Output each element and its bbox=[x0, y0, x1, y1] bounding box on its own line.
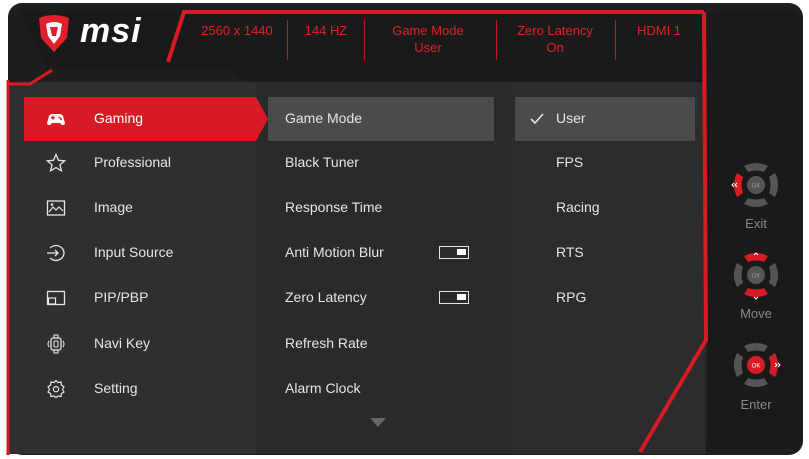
gear-icon bbox=[47, 379, 65, 399]
menu-item-navi-key[interactable]: Navi Key bbox=[24, 322, 244, 366]
menu-item-label: Gaming bbox=[94, 110, 144, 126]
menu-item-pip-pbp[interactable]: PIP/PBP bbox=[24, 276, 244, 320]
navi-key-icon bbox=[47, 334, 65, 354]
ok-key-label: OK bbox=[752, 184, 761, 190]
status-divider bbox=[287, 20, 288, 60]
menu-item-label: Setting bbox=[94, 380, 138, 396]
menu-item-professional[interactable]: Professional bbox=[24, 141, 244, 185]
status-game-mode: Game Mode User bbox=[378, 22, 478, 56]
status-zero-latency-value: On bbox=[546, 40, 564, 55]
status-divider bbox=[615, 20, 616, 60]
star-icon bbox=[46, 153, 66, 173]
gamepad-icon bbox=[47, 114, 65, 125]
zero-latency-toggle[interactable] bbox=[439, 291, 469, 304]
sub-item-refresh-rate[interactable]: Refresh Rate bbox=[268, 322, 494, 366]
option-racing[interactable]: Racing bbox=[515, 186, 695, 230]
status-resolution: 2560 x 1440 bbox=[196, 22, 278, 39]
menu-item-label: Image bbox=[94, 199, 133, 215]
anti-motion-blur-toggle[interactable] bbox=[439, 246, 469, 259]
move-key-icon: OK bbox=[734, 252, 778, 300]
pip-icon bbox=[46, 290, 66, 306]
sub-item-label: Refresh Rate bbox=[285, 335, 368, 351]
status-input: HDMI 1 bbox=[622, 22, 696, 39]
menu-item-label: Professional bbox=[94, 154, 172, 170]
move-key-label: Move bbox=[740, 306, 772, 321]
status-refresh: 144 HZ bbox=[290, 22, 362, 39]
menu-item-gaming[interactable]: Gaming bbox=[24, 97, 268, 141]
option-user[interactable]: User bbox=[515, 97, 695, 141]
menu-item-label: Navi Key bbox=[94, 335, 151, 351]
status-game-mode-value: User bbox=[414, 40, 442, 55]
logo-text: msi bbox=[80, 12, 142, 50]
sub-item-label: Black Tuner bbox=[285, 154, 359, 170]
sub-item-anti-motion-blur[interactable]: Anti Motion Blur bbox=[268, 231, 494, 275]
status-zero-latency-title: Zero Latency bbox=[517, 23, 593, 38]
option-label: User bbox=[556, 110, 586, 126]
menu-item-label: Input Source bbox=[94, 244, 174, 260]
toggle-knob bbox=[457, 294, 466, 300]
sub-item-zero-latency[interactable]: Zero Latency bbox=[268, 276, 494, 320]
ok-key-label: OK bbox=[752, 364, 761, 370]
enter-key-label: Enter bbox=[740, 397, 772, 412]
ok-key-label: OK bbox=[752, 274, 761, 280]
sub-item-label: Zero Latency bbox=[285, 289, 367, 305]
sub-item-label: Response Time bbox=[285, 199, 383, 215]
dragon-shield-icon bbox=[39, 15, 69, 52]
status-divider bbox=[364, 20, 365, 60]
enter-key-icon: OK bbox=[734, 343, 781, 387]
menu-item-image[interactable]: Image bbox=[24, 186, 244, 230]
option-fps[interactable]: FPS bbox=[515, 141, 695, 185]
status-divider bbox=[496, 20, 497, 60]
status-zero-latency: Zero Latency On bbox=[508, 22, 602, 56]
sub-item-label: Alarm Clock bbox=[285, 380, 361, 396]
exit-key-label: Exit bbox=[745, 216, 767, 231]
option-rts[interactable]: RTS bbox=[515, 231, 695, 275]
sub-item-alarm-clock[interactable]: Alarm Clock bbox=[268, 367, 494, 411]
status-game-mode-title: Game Mode bbox=[392, 23, 464, 38]
option-label: RPG bbox=[556, 289, 587, 305]
sub-item-response-time[interactable]: Response Time bbox=[268, 186, 494, 230]
sub-item-black-tuner[interactable]: Black Tuner bbox=[268, 141, 494, 185]
image-icon bbox=[46, 200, 66, 216]
sub-item-label: Anti Motion Blur bbox=[285, 244, 384, 260]
scroll-down-icon[interactable] bbox=[370, 418, 386, 428]
status-refresh-value: 144 HZ bbox=[304, 23, 348, 38]
menu-item-setting[interactable]: Setting bbox=[24, 367, 244, 411]
menu-item-input-source[interactable]: Input Source bbox=[24, 231, 244, 275]
checkmark-icon bbox=[530, 113, 544, 125]
msi-logo: msi bbox=[36, 12, 176, 54]
option-rpg[interactable]: RPG bbox=[515, 276, 695, 320]
option-label: FPS bbox=[556, 154, 584, 170]
option-label: RTS bbox=[556, 244, 584, 260]
status-input-value: HDMI 1 bbox=[636, 23, 682, 38]
toggle-knob bbox=[457, 249, 466, 255]
option-label: Racing bbox=[556, 199, 600, 215]
status-resolution-value: 2560 x 1440 bbox=[201, 23, 273, 38]
input-source-icon bbox=[47, 244, 65, 262]
menu-item-label: PIP/PBP bbox=[94, 289, 149, 305]
sub-item-game-mode[interactable]: Game Mode bbox=[268, 97, 494, 141]
exit-key-icon: OK bbox=[731, 163, 778, 207]
sub-item-label: Game Mode bbox=[285, 110, 363, 126]
